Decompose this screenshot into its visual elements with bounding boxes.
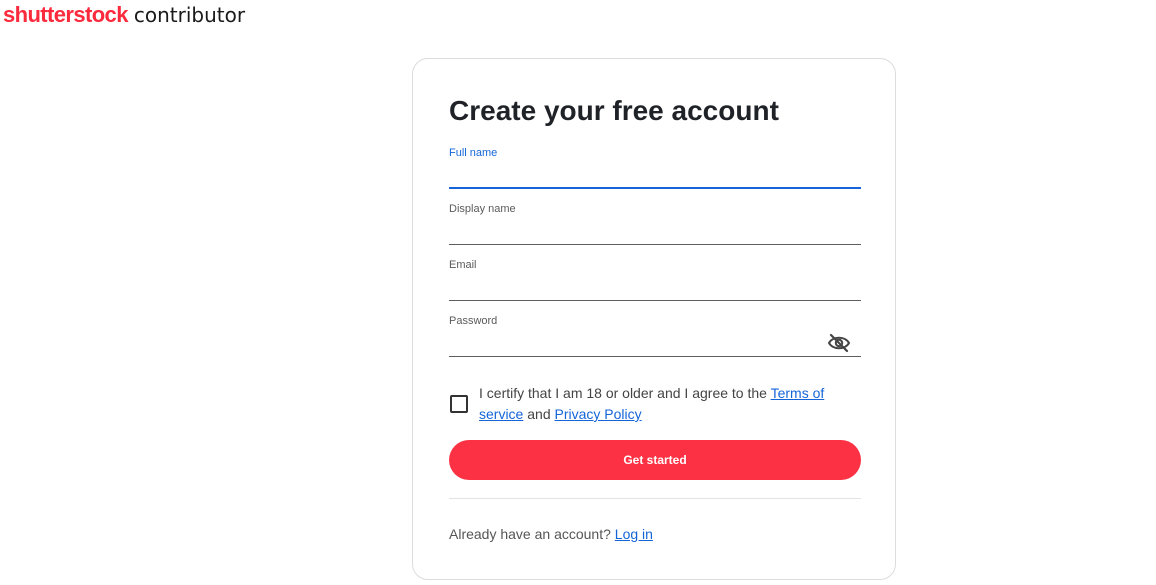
password-underline [449,356,861,357]
email-label: Email [449,259,477,271]
password-label: Password [449,315,498,327]
email-field[interactable]: Email [449,259,861,301]
privacy-policy-link[interactable]: Privacy Policy [555,406,642,422]
full-name-field[interactable]: Full name [449,147,861,189]
display-name-input[interactable] [449,217,861,243]
login-prompt: Already have an account? [449,526,611,542]
brand-wordmark: shutterstock [3,2,128,27]
full-name-underline [449,187,861,189]
consent-text-and: and [527,406,551,422]
signup-card: Create your free account Full name Displ… [412,58,896,580]
display-name-field[interactable]: Display name [449,203,861,245]
email-input[interactable] [449,273,861,299]
display-name-underline [449,244,861,245]
consent-checkbox[interactable] [450,395,468,413]
product-name: contributor [133,3,246,27]
get-started-button[interactable]: Get started [449,440,861,480]
password-input[interactable] [449,329,861,355]
full-name-input[interactable] [449,161,861,187]
password-field[interactable]: Password [449,315,861,357]
full-name-label: Full name [449,147,498,159]
email-underline [449,300,861,301]
consent-text-start: I certify that I am 18 or older and I ag… [479,385,767,401]
consent-text: I certify that I am 18 or older and I ag… [479,383,849,425]
log-in-link[interactable]: Log in [615,526,653,542]
eye-slash-icon[interactable] [827,333,851,353]
login-row: Already have an account? Log in [449,526,653,542]
shutterstock-contributor-logo[interactable]: shutterstock contributor [3,2,245,32]
page-title: Create your free account [449,95,779,126]
divider [449,498,861,499]
display-name-label: Display name [449,203,516,215]
